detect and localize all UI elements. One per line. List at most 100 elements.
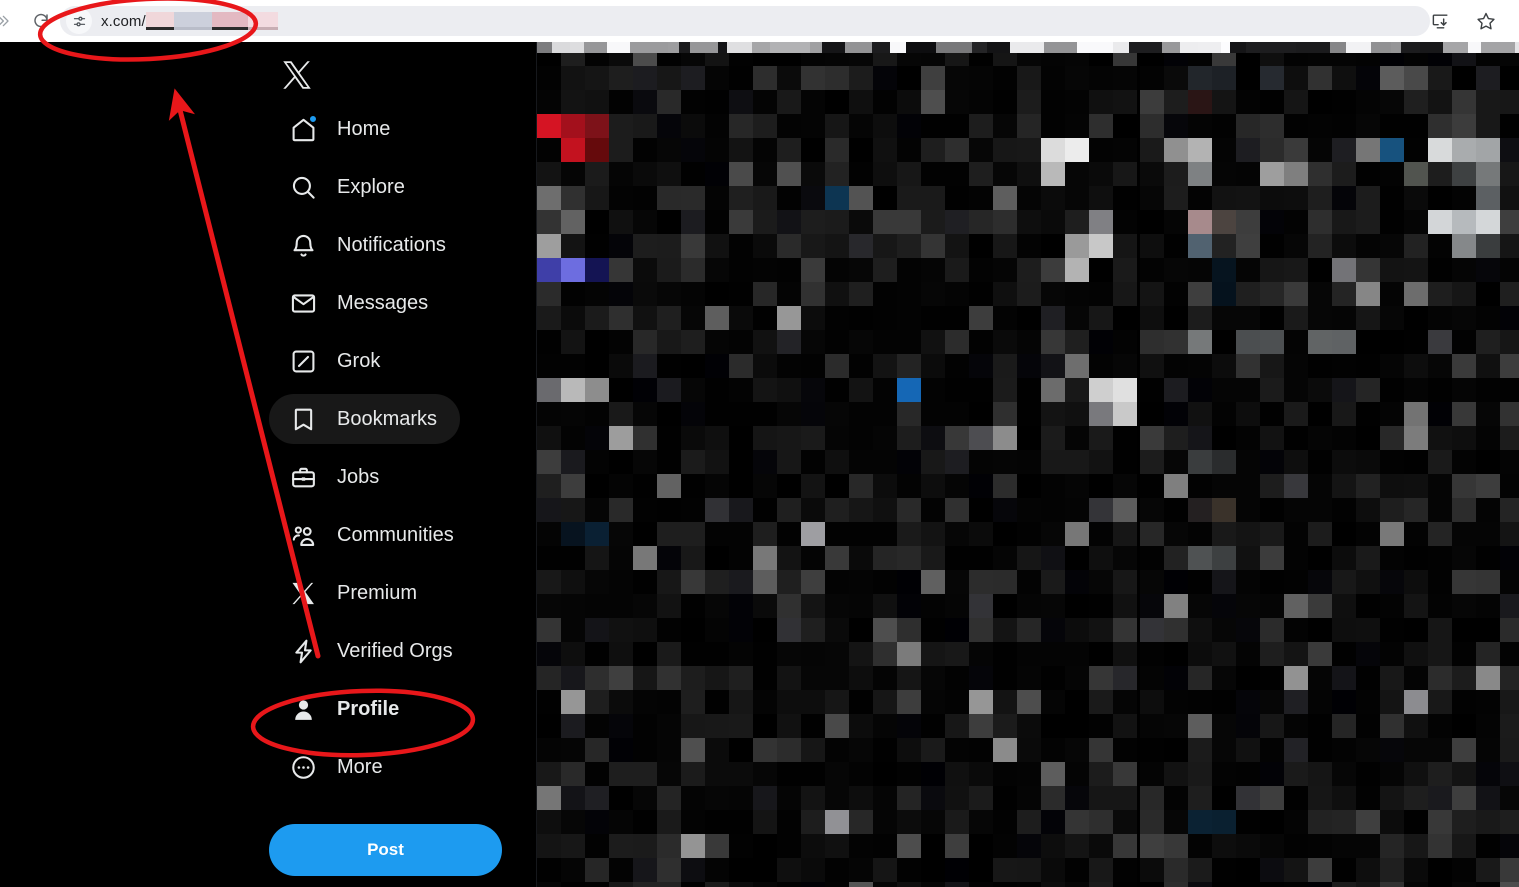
pixel-block bbox=[873, 90, 897, 114]
pixel-block bbox=[1443, 42, 1468, 53]
pixel-block bbox=[1308, 66, 1332, 90]
pixel-block bbox=[801, 546, 825, 570]
post-button[interactable]: Post bbox=[269, 824, 502, 876]
pixel-block bbox=[897, 306, 921, 330]
pixel-block bbox=[537, 234, 561, 258]
url-display[interactable]: x.com/ bbox=[101, 11, 278, 30]
pixel-block bbox=[1140, 162, 1164, 186]
pixel-block bbox=[1041, 498, 1065, 522]
pixel-block bbox=[681, 66, 705, 90]
pixel-block bbox=[801, 810, 825, 834]
pixel-block bbox=[729, 882, 753, 887]
sidebar-item-premium[interactable]: Premium bbox=[269, 568, 440, 618]
sidebar-item-jobs[interactable]: Jobs bbox=[269, 452, 402, 502]
pixel-block bbox=[1476, 474, 1500, 498]
sidebar-item-more[interactable]: More bbox=[269, 742, 406, 792]
pixel-block bbox=[753, 426, 777, 450]
pixel-block bbox=[633, 594, 657, 618]
pixel-block bbox=[921, 858, 945, 882]
x-logo[interactable] bbox=[272, 50, 322, 100]
pixel-block bbox=[609, 306, 633, 330]
pixel-block bbox=[729, 210, 753, 234]
pixel-block bbox=[1428, 810, 1452, 834]
pixel-block bbox=[873, 762, 897, 786]
pixel-block bbox=[657, 714, 681, 738]
pixel-block bbox=[718, 42, 727, 53]
pixel-block bbox=[873, 162, 897, 186]
sidebar-item-notifications[interactable]: Notifications bbox=[269, 220, 469, 270]
site-settings-sliders-icon[interactable] bbox=[66, 8, 92, 34]
bookmark-star-icon[interactable] bbox=[1469, 4, 1503, 38]
pixel-block bbox=[1420, 42, 1443, 53]
pixel-block bbox=[1041, 138, 1065, 162]
pixel-block bbox=[897, 90, 921, 114]
pixel-block bbox=[777, 450, 801, 474]
sidebar-item-profile[interactable]: Profile bbox=[269, 684, 422, 734]
pixel-block bbox=[1346, 42, 1371, 53]
pixel-block bbox=[1428, 642, 1452, 666]
pixel-block bbox=[993, 66, 1017, 90]
pixel-block bbox=[753, 858, 777, 882]
pixel-block bbox=[1065, 426, 1089, 450]
pixel-block bbox=[1500, 66, 1519, 90]
pixel-block bbox=[873, 594, 897, 618]
sidebar-item-label: Notifications bbox=[337, 234, 446, 256]
pixel-block bbox=[906, 42, 936, 53]
pixel-block bbox=[945, 858, 969, 882]
pixel-block bbox=[609, 90, 633, 114]
pixel-block bbox=[1452, 498, 1476, 522]
url-redaction-block bbox=[211, 11, 248, 27]
pixel-block bbox=[1164, 762, 1188, 786]
pixel-block bbox=[1212, 570, 1236, 594]
pixel-block bbox=[1284, 378, 1308, 402]
pixel-block bbox=[1041, 330, 1065, 354]
pixel-block bbox=[801, 450, 825, 474]
reload-icon[interactable] bbox=[24, 4, 58, 38]
pixel-block bbox=[1404, 114, 1428, 138]
pixel-block bbox=[825, 834, 849, 858]
pixel-block bbox=[1260, 330, 1284, 354]
pixel-block bbox=[777, 786, 801, 810]
pixel-block bbox=[657, 786, 681, 810]
pixel-block bbox=[810, 42, 822, 53]
sidebar-item-communities[interactable]: Communities bbox=[269, 510, 477, 560]
install-app-icon[interactable] bbox=[1423, 4, 1457, 38]
pixel-block bbox=[972, 42, 987, 53]
pixel-block bbox=[849, 570, 873, 594]
pixel-block bbox=[921, 210, 945, 234]
pixel-block bbox=[1428, 858, 1452, 882]
pixel-block bbox=[681, 354, 705, 378]
pixel-block bbox=[1164, 282, 1188, 306]
sidebar-item-messages[interactable]: Messages bbox=[269, 278, 451, 328]
sidebar-item-home[interactable]: Home bbox=[269, 104, 413, 154]
pixel-block bbox=[1113, 618, 1137, 642]
sidebar-item-verified-orgs[interactable]: Verified Orgs bbox=[269, 626, 476, 676]
pixel-block bbox=[1236, 282, 1260, 306]
pixel-block bbox=[1380, 522, 1404, 546]
pixel-block bbox=[801, 714, 825, 738]
sidebar-item-explore[interactable]: Explore bbox=[269, 162, 428, 212]
pixel-block bbox=[1041, 546, 1065, 570]
pixel-block bbox=[849, 714, 873, 738]
pixel-block bbox=[1284, 546, 1308, 570]
pixel-block bbox=[1332, 474, 1356, 498]
pixel-block bbox=[1236, 810, 1260, 834]
pixel-block bbox=[753, 282, 777, 306]
url-redaction-underline bbox=[247, 26, 278, 30]
pixel-block bbox=[561, 690, 585, 714]
pixel-block bbox=[1236, 594, 1260, 618]
sidebar-item-grok[interactable]: Grok bbox=[269, 336, 403, 386]
pixel-block bbox=[969, 186, 993, 210]
pixel-block bbox=[1065, 378, 1089, 402]
pixel-block bbox=[921, 354, 945, 378]
pixel-block bbox=[1236, 186, 1260, 210]
address-bar[interactable]: x.com/ bbox=[60, 6, 1430, 36]
pixel-block bbox=[1332, 258, 1356, 282]
pixel-block bbox=[1017, 282, 1041, 306]
pixel-block bbox=[729, 306, 753, 330]
pixel-block bbox=[657, 114, 681, 138]
chevrons-right-icon[interactable] bbox=[0, 4, 12, 38]
sidebar-item-bookmarks[interactable]: Bookmarks bbox=[269, 394, 461, 444]
pixel-block bbox=[1065, 210, 1089, 234]
pixel-block bbox=[1452, 570, 1476, 594]
